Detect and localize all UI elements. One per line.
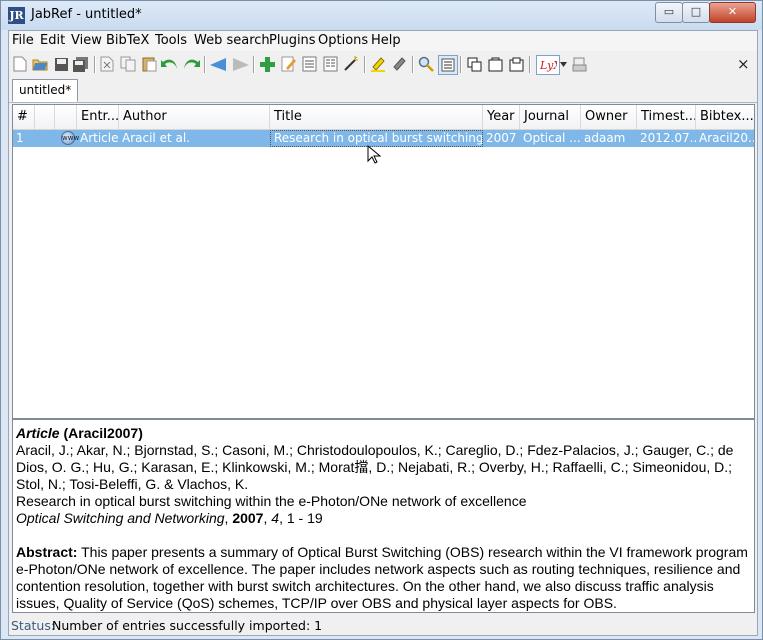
globe-url-icon[interactable]: www [61, 131, 79, 145]
preview-citation: Optical Switching and Networking, 2007, … [16, 510, 323, 526]
entry-preview: Article (Aracil2007) Aracil, J.; Akar, N… [12, 419, 755, 613]
preview-abstract-label: Abstract: [16, 544, 78, 560]
preview-key-close: ) [138, 425, 143, 441]
main-panel: File Edit View BibTeX Tools Web search P… [8, 30, 758, 636]
menu-plugins[interactable]: Plugins [269, 33, 316, 48]
title-bar[interactable]: JR JabRef - untitled* ▭ □ ✕ [1, 1, 762, 30]
menu-file[interactable]: File [12, 33, 34, 48]
preview-authors: Aracil, J.; Akar, N.; Bjornstad, S.; Cas… [16, 442, 734, 492]
column-header-year[interactable]: Year [483, 105, 520, 129]
lyx-icon[interactable]: LyX [536, 55, 560, 75]
add-entry-icon[interactable] [258, 55, 276, 73]
open-pdf-icon[interactable] [465, 55, 483, 73]
menu-tools[interactable]: Tools [155, 33, 187, 48]
status-label: Status: [11, 618, 56, 633]
cell-year: 2007 [486, 131, 517, 145]
preview-abstract: Abstract: This paper presents a summary … [16, 544, 751, 612]
maximize-button[interactable]: □ [682, 2, 710, 23]
cell-owner: adaam [584, 131, 626, 145]
column-header-url[interactable] [55, 105, 77, 129]
tab-untitled[interactable]: untitled* [12, 79, 79, 102]
new-database-icon[interactable] [11, 55, 29, 73]
close-tab-icon[interactable]: × [737, 55, 750, 73]
toolbar-separator [204, 56, 206, 73]
cell-number: 1 [16, 131, 24, 145]
save-icon[interactable] [52, 55, 70, 73]
column-header-entrytype[interactable]: Entr... [77, 105, 119, 129]
save-all-icon[interactable] [72, 55, 90, 73]
push-dropdown-icon[interactable] [559, 55, 567, 73]
edit-entry-icon[interactable] [279, 55, 297, 73]
menu-view[interactable]: View [71, 33, 102, 48]
mouse-pointer-icon [367, 145, 381, 164]
toolbar-separator [412, 56, 414, 73]
menu-edit[interactable]: Edit [40, 33, 65, 48]
svg-text:LyX: LyX [539, 59, 557, 72]
menu-bar: File Edit View BibTeX Tools Web search P… [9, 31, 757, 51]
preview-year: 2007 [232, 510, 264, 526]
preview-journal: Optical Switching and Networking [16, 510, 225, 526]
status-message: Number of entries successfully imported:… [52, 618, 323, 633]
menu-web-search[interactable]: Web search [194, 33, 270, 48]
column-header-title[interactable]: Title [270, 105, 483, 129]
cell-timestamp: 2012.07.... [640, 131, 696, 145]
toolbar-separator [364, 56, 366, 73]
preview-bibtex-key: Aracil2007 [68, 425, 139, 441]
column-header-bibtexkey[interactable]: Bibtex... [696, 105, 754, 129]
cell-entrytype: Article [80, 131, 119, 145]
redo-icon[interactable] [182, 55, 200, 73]
edit-preamble-icon[interactable] [300, 55, 318, 73]
column-header-author[interactable]: Author [119, 105, 270, 129]
cell-author: Aracil et al. [122, 131, 190, 145]
status-bar: Status: Number of entries successfully i… [9, 616, 757, 635]
column-header-owner[interactable]: Owner [581, 105, 637, 129]
open-folder-icon[interactable] [31, 55, 49, 73]
menu-options[interactable]: Options [318, 33, 368, 48]
open-url-icon[interactable] [486, 55, 504, 73]
menu-bibtex[interactable]: BibTeX [106, 33, 149, 48]
send-to-printer-icon[interactable] [570, 55, 588, 73]
undo-icon[interactable] [161, 55, 179, 73]
entry-table: # Entr... Author Title Year Journal Owne… [12, 104, 755, 419]
preview-title: Research in optical burst switching with… [16, 493, 527, 509]
search-icon[interactable] [417, 55, 435, 73]
menu-help[interactable]: Help [371, 33, 401, 48]
toolbar-separator [94, 56, 96, 73]
app-window: JR JabRef - untitled* ▭ □ ✕ File Edit Vi… [0, 0, 763, 640]
column-header-number[interactable]: # [13, 105, 35, 129]
toolbar: LyX × [9, 52, 757, 76]
table-row[interactable]: 1 www Article Aracil et al. Research in … [13, 130, 754, 147]
cell-journal: Optical ... [523, 131, 581, 145]
column-header-file[interactable] [35, 105, 55, 129]
cut-icon[interactable] [98, 55, 116, 73]
open-file-icon[interactable] [507, 55, 525, 73]
toolbar-separator [460, 56, 462, 73]
back-icon[interactable] [209, 55, 227, 73]
column-header-journal[interactable]: Journal [520, 105, 581, 129]
minimize-button[interactable]: ▭ [655, 2, 683, 23]
window-title: JabRef - untitled* [31, 7, 142, 22]
edit-strings-icon[interactable] [321, 55, 339, 73]
cell-bibtexkey: Aracil20... [699, 131, 754, 145]
mark-entries-icon[interactable] [369, 55, 387, 73]
preview-volume: 4 [271, 510, 280, 526]
toolbar-separator [253, 56, 255, 73]
tab-strip: untitled* [9, 77, 757, 103]
unmark-entries-icon[interactable] [390, 55, 408, 73]
close-button[interactable]: ✕ [709, 2, 756, 23]
paste-icon[interactable] [140, 55, 158, 73]
preview-header: Article (Aracil2007) [16, 425, 751, 442]
jabref-logo-icon: JR [8, 7, 25, 24]
copy-icon[interactable] [119, 55, 137, 73]
column-header-timestamp[interactable]: Timest... [637, 105, 696, 129]
preview-pages: 1 - 19 [286, 510, 323, 526]
table-header: # Entr... Author Title Year Journal Owne… [13, 105, 754, 130]
preview-entry-type: Article [16, 425, 60, 441]
preview-abstract-text: This paper presents a summary of Optical… [16, 544, 748, 611]
forward-icon[interactable] [231, 55, 249, 73]
toggle-preview-icon[interactable] [438, 55, 458, 75]
cleanup-wand-icon[interactable] [342, 55, 360, 73]
toolbar-separator [529, 56, 531, 73]
